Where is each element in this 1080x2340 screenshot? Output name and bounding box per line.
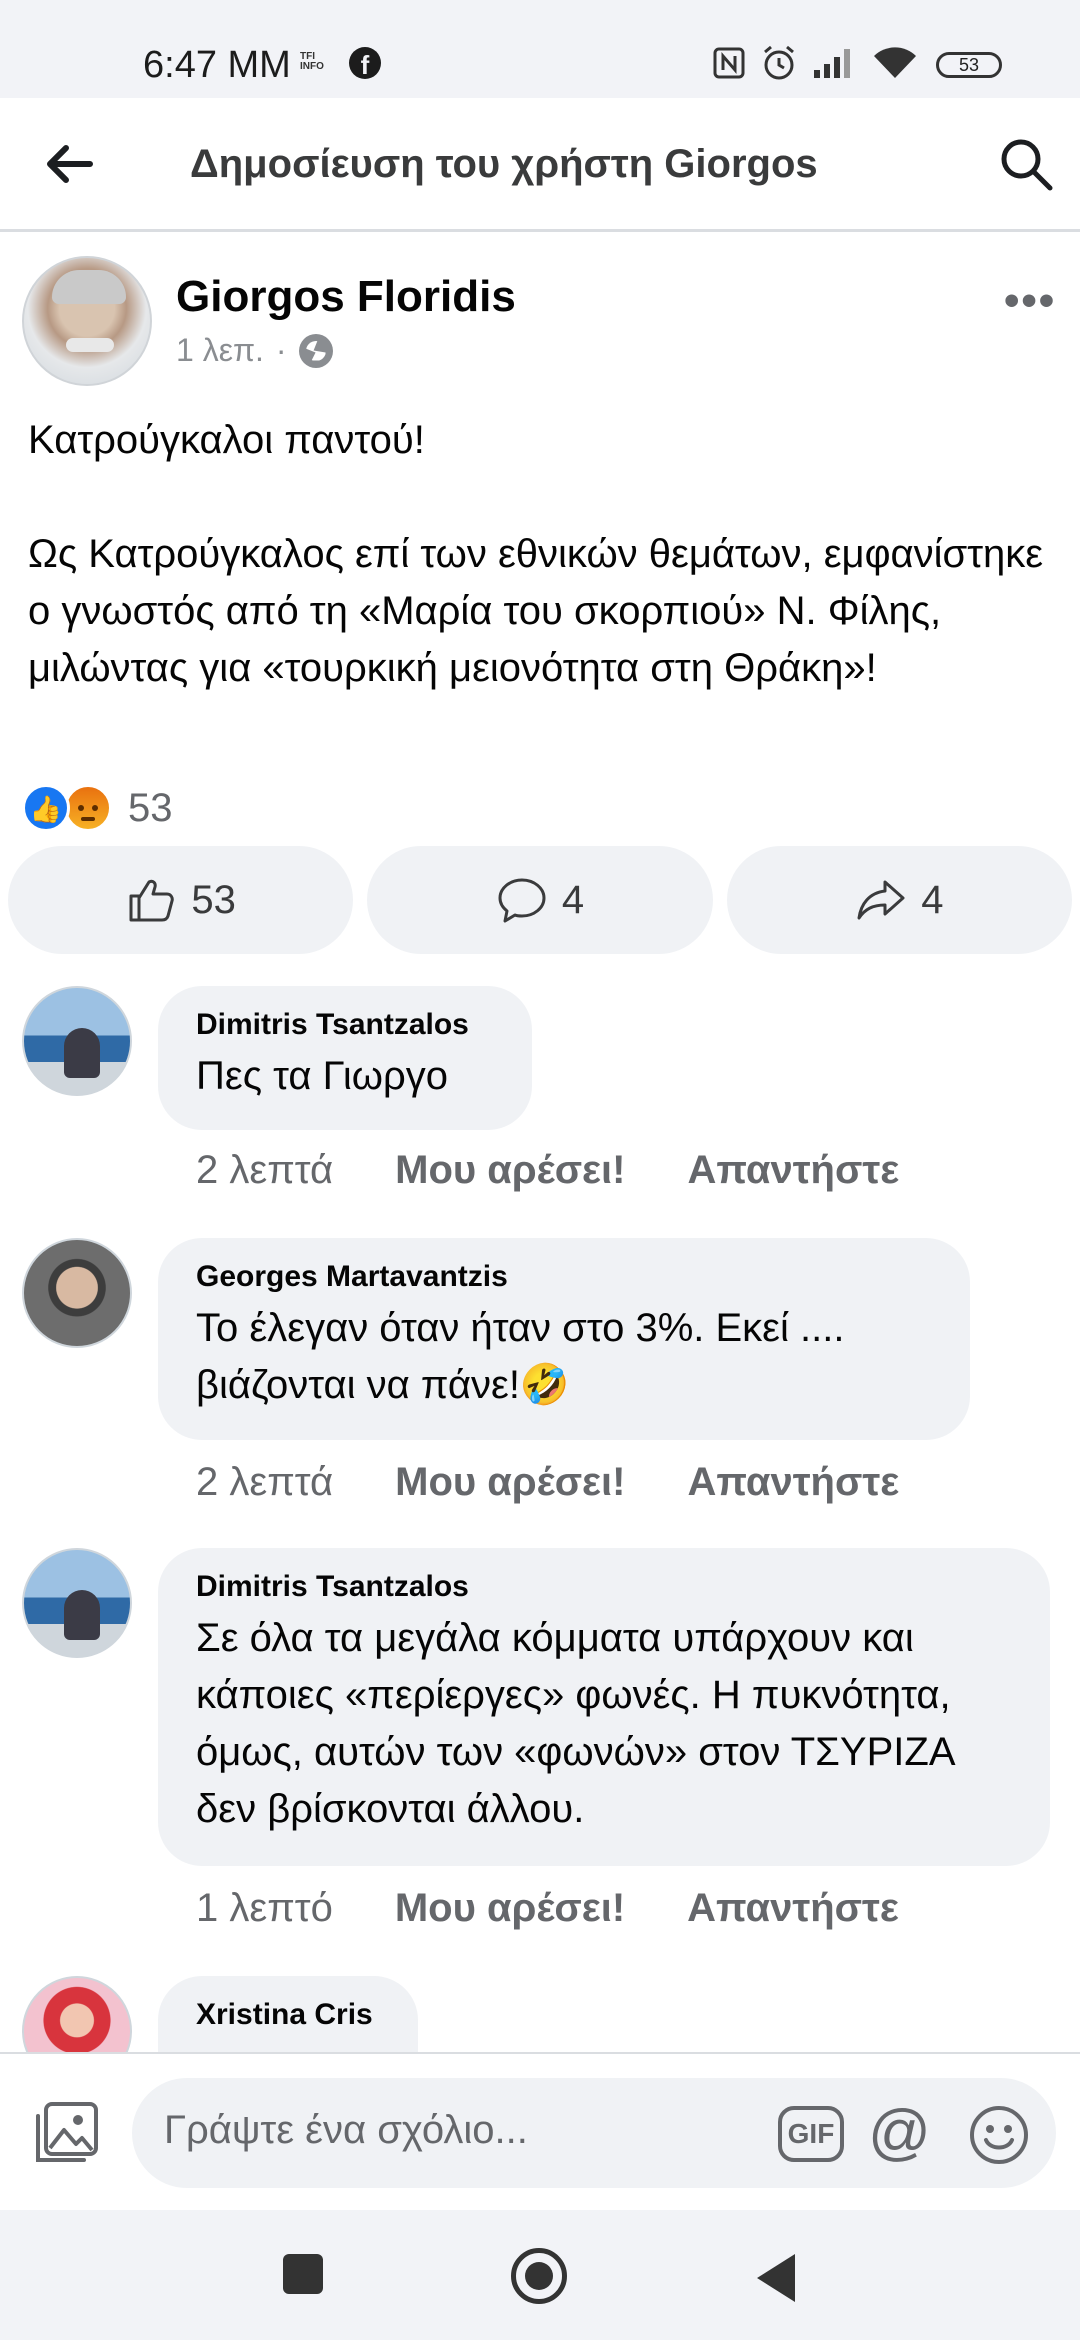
comment-bubble[interactable]: Georges Martavantzis Το έλεγαν όταν ήταν…: [158, 1238, 970, 1440]
post-author-name[interactable]: Giorgos Floridis: [176, 272, 516, 322]
facebook-notification-icon: f: [349, 47, 381, 80]
reaction-count: 53: [128, 785, 173, 830]
signal-icon: [814, 49, 850, 78]
share-count: 4: [921, 877, 944, 922]
share-button[interactable]: 4: [726, 846, 1072, 954]
tfi-info-icon: TFI INFO: [300, 51, 324, 72]
like-reaction-icon: 👍: [22, 784, 70, 832]
comment-text: Σε όλα τα μεγάλα κόμματα υπάρχουν και κά…: [196, 1616, 954, 1831]
post-body: Κατρούγκαλοι παντού! Ως Κατρούγκαλος επί…: [28, 412, 1058, 754]
comment-bubble[interactable]: Dimitris Tsantzalos Πες τα Γιωργο: [158, 986, 532, 1130]
share-arrow-icon: [857, 880, 905, 920]
post-paragraph: Κατρούγκαλοι παντού!: [28, 418, 425, 462]
comment-like-link[interactable]: Μου αρέσει!: [395, 1886, 625, 1931]
meta-separator: ·: [275, 332, 287, 368]
comment-text: Πες τα Γιωργο: [196, 1054, 449, 1098]
system-back-icon[interactable]: [757, 2254, 795, 2302]
globe-icon: [298, 333, 333, 368]
emoji-icon[interactable]: [968, 2104, 1030, 2166]
comment-like-link[interactable]: Μου αρέσει!: [395, 1460, 625, 1505]
commenter-avatar[interactable]: [22, 986, 132, 1096]
battery-icon: 53: [936, 52, 1002, 78]
comment-icon: [498, 878, 546, 923]
commenter-avatar[interactable]: [22, 1238, 132, 1348]
comment-bubble[interactable]: Dimitris Tsantzalos Σε όλα τα μεγάλα κόμ…: [158, 1548, 1050, 1866]
mention-icon[interactable]: @: [868, 2098, 931, 2168]
comment-button[interactable]: 4: [367, 846, 713, 954]
comment-meta: 1 λεπτό Μου αρέσει! Απαντήστε: [196, 1886, 899, 1931]
comment-placeholder: Γράψτε ένα σχόλιο...: [164, 2108, 528, 2152]
comment-like-link[interactable]: Μου αρέσει!: [395, 1148, 625, 1193]
comment-input[interactable]: Γράψτε ένα σχόλιο... GIF @: [132, 2078, 1056, 2188]
back-arrow-icon[interactable]: [40, 136, 96, 192]
commenter-name[interactable]: Dimitris Tsantzalos: [196, 1008, 494, 1042]
comment-reply-link[interactable]: Απαντήστε: [687, 1148, 899, 1193]
commenter-avatar[interactable]: [22, 1548, 132, 1658]
photo-icon[interactable]: [34, 2100, 100, 2166]
gif-icon[interactable]: GIF: [778, 2106, 844, 2162]
search-icon[interactable]: [996, 134, 1056, 194]
comment-reply-link[interactable]: Απαντήστε: [687, 1460, 899, 1505]
thumbs-up-icon: [129, 879, 175, 922]
like-button[interactable]: 53: [8, 846, 354, 954]
angry-reaction-icon: [64, 784, 112, 832]
page-title: Δημοσίευση του χρήστη Giorgos: [190, 142, 818, 186]
status-bar: 6:47 MM TFI INFO f 53: [0, 0, 1080, 98]
like-count: 53: [191, 877, 236, 922]
post-actions: 53 4 4: [8, 846, 1072, 954]
commenter-name[interactable]: Xristina Cris: [196, 1998, 380, 2032]
app-header: Δημοσίευση του χρήστη Giorgos: [0, 98, 1080, 232]
comment-time: 2 λεπτά: [196, 1148, 334, 1192]
home-icon[interactable]: [511, 2248, 567, 2304]
comment-time: 2 λεπτά: [196, 1460, 334, 1504]
post-meta: 1 λεπ. ·: [176, 332, 333, 369]
commenter-name[interactable]: Dimitris Tsantzalos: [196, 1570, 1012, 1604]
system-nav-bar: [0, 2210, 1080, 2340]
alarm-icon: [764, 45, 794, 80]
comment-composer: Γράψτε ένα σχόλιο... GIF @: [0, 2052, 1080, 2210]
post-paragraph: Ως Κατρούγκαλος επί των εθνικών θεμάτων,…: [28, 532, 1044, 690]
comment-meta: 2 λεπτά Μου αρέσει! Απαντήστε: [196, 1148, 899, 1193]
status-time: 6:47 MM: [143, 44, 291, 86]
reactions-summary[interactable]: 👍 53: [22, 782, 173, 834]
more-options-icon[interactable]: •••: [1004, 276, 1056, 326]
wifi-icon: [874, 47, 916, 78]
author-avatar[interactable]: [22, 256, 152, 386]
comment-text: Το έλεγαν όταν ήταν στο 3%. Εκεί .... βι…: [196, 1306, 845, 1407]
comment-reply-link[interactable]: Απαντήστε: [687, 1886, 899, 1931]
recent-apps-icon[interactable]: [283, 2254, 323, 2294]
post-time[interactable]: 1 λεπ.: [176, 332, 264, 369]
comment-count: 4: [561, 877, 585, 922]
commenter-name[interactable]: Georges Martavantzis: [196, 1260, 932, 1294]
nfc-icon: [713, 47, 745, 79]
comment-meta: 2 λεπτά Μου αρέσει! Απαντήστε: [196, 1460, 899, 1505]
comment-time: 1 λεπτό: [196, 1886, 333, 1930]
